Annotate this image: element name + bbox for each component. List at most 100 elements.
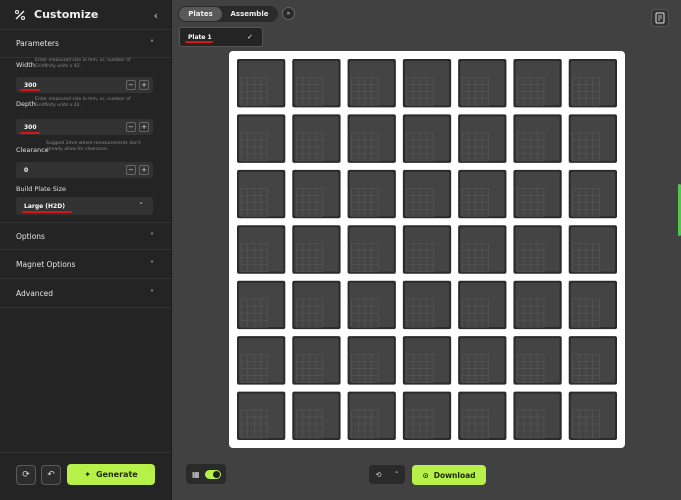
grid-cell bbox=[292, 59, 341, 108]
grid-cell bbox=[347, 336, 396, 385]
depth-label: Depth bbox=[16, 100, 36, 108]
plate-label: Plate 1 bbox=[188, 33, 212, 41]
chevron-down-icon: ˅ bbox=[150, 289, 154, 298]
grid-cell bbox=[237, 336, 286, 385]
history-icon[interactable]: ⟲ bbox=[376, 471, 382, 479]
grid-cell bbox=[568, 280, 617, 330]
annotation-underline bbox=[20, 89, 40, 91]
grid-cell bbox=[237, 59, 286, 108]
grid-cell bbox=[402, 169, 452, 219]
grid-cell bbox=[347, 169, 396, 219]
grid-cell bbox=[458, 391, 507, 440]
annotation-underline bbox=[20, 132, 40, 134]
section-options[interactable]: Options ˅ bbox=[0, 222, 172, 250]
sidebar-header: Customize ‹ bbox=[0, 0, 172, 30]
clearance-value: 0 bbox=[24, 166, 29, 174]
grid-cell bbox=[402, 225, 452, 274]
grid-cell bbox=[347, 391, 396, 440]
section-parameters-label: Parameters bbox=[16, 39, 59, 48]
grid-cell bbox=[458, 336, 507, 385]
sidebar-title: Customize bbox=[34, 8, 99, 21]
grid-cell bbox=[458, 114, 507, 163]
section-magnet-options-label: Magnet Options bbox=[16, 260, 76, 269]
grid-cell bbox=[347, 280, 396, 330]
clipboard-icon bbox=[655, 12, 665, 24]
width-help: Enter measured size in mm, or, number of… bbox=[35, 58, 131, 69]
build-plate-value: Large (H2D) bbox=[24, 202, 65, 210]
toggle-switch[interactable] bbox=[205, 470, 221, 479]
grid-cell bbox=[347, 114, 396, 163]
grid-cell bbox=[513, 169, 562, 219]
section-advanced[interactable]: Advanced ˅ bbox=[0, 280, 172, 308]
tab-plates[interactable]: Plates bbox=[179, 7, 222, 21]
customize-icon bbox=[14, 9, 26, 20]
grid-cell bbox=[237, 280, 286, 330]
generate-button[interactable]: ✦ Generate bbox=[67, 464, 155, 485]
chevron-down-icon: ˅ bbox=[150, 231, 154, 241]
history-controls: ⟲ ˄ bbox=[369, 465, 405, 484]
download-button[interactable]: ⊙ Download bbox=[412, 465, 486, 485]
grid-cell bbox=[347, 225, 396, 274]
grid-cell bbox=[513, 336, 562, 385]
annotation-underline bbox=[185, 41, 213, 43]
sparkle-icon: ✦ bbox=[84, 470, 91, 479]
grid-cell bbox=[292, 169, 341, 219]
depth-increment-button[interactable]: + bbox=[139, 122, 149, 132]
width-label: Width bbox=[16, 61, 35, 69]
grid-cell bbox=[347, 59, 396, 108]
grid-cell bbox=[568, 225, 617, 274]
grid-cell bbox=[402, 280, 452, 330]
grid-cell bbox=[513, 391, 562, 440]
grid-cell bbox=[292, 336, 341, 385]
width-value: 300 bbox=[24, 81, 37, 89]
grid-cell bbox=[568, 114, 617, 163]
grid-cell bbox=[292, 225, 341, 274]
clearance-decrement-button[interactable]: − bbox=[126, 165, 136, 175]
section-parameters[interactable]: Parameters ˄ bbox=[0, 30, 172, 58]
generate-label: Generate bbox=[95, 470, 138, 479]
grid-cell bbox=[458, 59, 507, 108]
collapse-sidebar-icon[interactable]: ‹ bbox=[154, 9, 158, 22]
report-button[interactable] bbox=[651, 9, 669, 27]
width-increment-button[interactable]: + bbox=[139, 80, 149, 90]
grid-cell bbox=[237, 225, 286, 274]
grid-cell bbox=[513, 225, 562, 274]
width-decrement-button[interactable]: − bbox=[126, 80, 136, 90]
clearance-help: Suggest 2mm where measurements don't alr… bbox=[46, 141, 141, 152]
download-label: Download bbox=[433, 470, 476, 480]
grid-cell bbox=[237, 391, 286, 440]
grid-cell bbox=[458, 280, 507, 330]
plate-selector[interactable]: Plate 1 ✓ bbox=[179, 27, 263, 47]
gridfinity-grid bbox=[237, 59, 617, 440]
grid-cell bbox=[568, 391, 617, 440]
build-plate-canvas[interactable] bbox=[229, 51, 625, 448]
grid-cell bbox=[458, 225, 507, 274]
download-icon: ⊙ bbox=[422, 470, 429, 480]
view-tabs: Plates Assemble bbox=[178, 6, 278, 22]
view-toggle[interactable]: ▦ bbox=[186, 464, 226, 484]
check-icon: ✓ bbox=[247, 33, 253, 41]
grid-cell bbox=[513, 280, 562, 330]
grid-cell bbox=[568, 336, 617, 385]
chevrons-down-icon[interactable]: » bbox=[282, 7, 295, 20]
depth-decrement-button[interactable]: − bbox=[126, 122, 136, 132]
depth-value: 300 bbox=[24, 123, 37, 131]
grid-cell bbox=[458, 169, 507, 219]
grid-cell bbox=[292, 280, 341, 330]
chevron-down-icon: ˅ bbox=[150, 260, 154, 269]
sidebar: Customize ‹ Parameters ˄ Width Enter mea… bbox=[0, 0, 172, 500]
clearance-label: Clearance bbox=[16, 146, 49, 154]
grid-cell bbox=[402, 59, 452, 108]
section-magnet-options[interactable]: Magnet Options ˅ bbox=[0, 251, 172, 279]
section-advanced-label: Advanced bbox=[16, 289, 54, 298]
grid-cell bbox=[402, 336, 452, 385]
chevron-up-icon[interactable]: ˄ bbox=[395, 471, 399, 479]
grid-cell bbox=[237, 114, 286, 163]
clearance-increment-button[interactable]: + bbox=[139, 165, 149, 175]
grid-cell bbox=[237, 169, 286, 219]
undo-button[interactable]: ↶ bbox=[41, 465, 61, 485]
grid-cell bbox=[568, 59, 617, 108]
reset-button[interactable]: ⟳ bbox=[16, 465, 36, 485]
tab-assemble[interactable]: Assemble bbox=[222, 7, 277, 21]
clearance-input[interactable]: 0 − + bbox=[16, 162, 153, 178]
